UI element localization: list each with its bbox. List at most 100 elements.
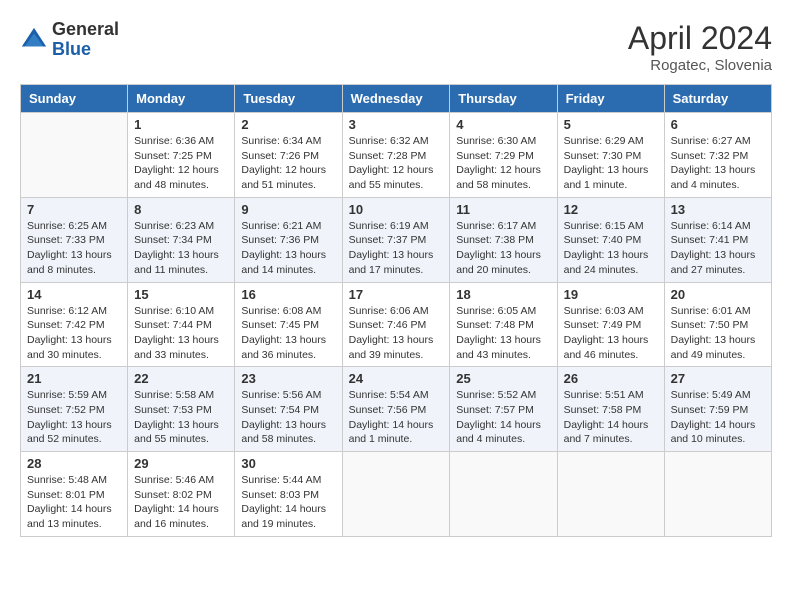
day-number: 12 — [564, 202, 658, 217]
month-title: April 2024 — [628, 20, 772, 57]
day-number: 13 — [671, 202, 765, 217]
calendar-cell: 23 Sunrise: 5:56 AM Sunset: 7:54 PM Dayli… — [235, 367, 342, 452]
day-number: 25 — [456, 371, 550, 386]
calendar-cell: 8 Sunrise: 6:23 AM Sunset: 7:34 PM Daylig… — [128, 197, 235, 282]
logo: General Blue — [20, 20, 119, 60]
day-info: Sunrise: 6:27 AM Sunset: 7:32 PM Dayligh… — [671, 134, 765, 193]
day-number: 21 — [27, 371, 121, 386]
calendar-week-row: 7 Sunrise: 6:25 AM Sunset: 7:33 PM Daylig… — [21, 197, 772, 282]
calendar-cell: 2Sunrise: 6:34 AM Sunset: 7:26 PM Daylig… — [235, 113, 342, 198]
calendar-cell: 13 Sunrise: 6:14 AM Sunset: 7:41 PM Dayli… — [664, 197, 771, 282]
calendar-cell: 7 Sunrise: 6:25 AM Sunset: 7:33 PM Daylig… — [21, 197, 128, 282]
calendar-cell — [450, 452, 557, 537]
calendar-cell — [557, 452, 664, 537]
calendar-cell: 27 Sunrise: 5:49 AM Sunset: 7:59 PM Dayli… — [664, 367, 771, 452]
weekday-header: Wednesday — [342, 85, 450, 113]
day-number: 17 — [349, 287, 444, 302]
title-block: April 2024 Rogatec, Slovenia — [628, 20, 772, 74]
weekday-header: Monday — [128, 85, 235, 113]
calendar-cell: 11 Sunrise: 6:17 AM Sunset: 7:38 PM Dayli… — [450, 197, 557, 282]
day-number: 10 — [349, 202, 444, 217]
calendar-cell: 10 Sunrise: 6:19 AM Sunset: 7:37 PM Dayli… — [342, 197, 450, 282]
day-info: Sunrise: 6:30 AM Sunset: 7:29 PM Dayligh… — [456, 134, 550, 193]
weekday-header: Tuesday — [235, 85, 342, 113]
day-number: 27 — [671, 371, 765, 386]
logo-icon — [20, 26, 48, 54]
day-number: 1 — [134, 117, 228, 132]
calendar-table: SundayMondayTuesdayWednesdayThursdayFrid… — [20, 84, 772, 537]
day-number: 16 — [241, 287, 335, 302]
day-info: Sunrise: 5:52 AM Sunset: 7:57 PM Dayligh… — [456, 388, 550, 447]
calendar-cell: 21 Sunrise: 5:59 AM Sunset: 7:52 PM Dayli… — [21, 367, 128, 452]
calendar-cell: 17Sunrise: 6:06 AM Sunset: 7:46 PM Dayli… — [342, 282, 450, 367]
day-info: Sunrise: 6:15 AM Sunset: 7:40 PM Dayligh… — [564, 219, 658, 278]
day-number: 22 — [134, 371, 228, 386]
day-info: Sunrise: 5:46 AM Sunset: 8:02 PM Dayligh… — [134, 473, 228, 532]
calendar-cell: 15Sunrise: 6:10 AM Sunset: 7:44 PM Dayli… — [128, 282, 235, 367]
day-number: 28 — [27, 456, 121, 471]
calendar-cell: 1Sunrise: 6:36 AM Sunset: 7:25 PM Daylig… — [128, 113, 235, 198]
day-info: Sunrise: 6:05 AM Sunset: 7:48 PM Dayligh… — [456, 304, 550, 363]
day-number: 19 — [564, 287, 658, 302]
day-number: 5 — [564, 117, 658, 132]
day-number: 8 — [134, 202, 228, 217]
day-number: 20 — [671, 287, 765, 302]
day-number: 7 — [27, 202, 121, 217]
calendar-cell: 12 Sunrise: 6:15 AM Sunset: 7:40 PM Dayli… — [557, 197, 664, 282]
day-info: Sunrise: 6:21 AM Sunset: 7:36 PM Dayligh… — [241, 219, 335, 278]
calendar-cell: 20 Sunrise: 6:01 AM Sunset: 7:50 PM Dayli… — [664, 282, 771, 367]
day-number: 18 — [456, 287, 550, 302]
day-info: Sunrise: 5:56 AM Sunset: 7:54 PM Dayligh… — [241, 388, 335, 447]
logo-text: General Blue — [52, 20, 119, 60]
calendar-cell: 22Sunrise: 5:58 AM Sunset: 7:53 PM Dayli… — [128, 367, 235, 452]
calendar-cell: 16 Sunrise: 6:08 AM Sunset: 7:45 PM Dayli… — [235, 282, 342, 367]
day-info: Sunrise: 6:25 AM Sunset: 7:33 PM Dayligh… — [27, 219, 121, 278]
calendar-cell: 9 Sunrise: 6:21 AM Sunset: 7:36 PM Daylig… — [235, 197, 342, 282]
calendar-cell: 25 Sunrise: 5:52 AM Sunset: 7:57 PM Dayli… — [450, 367, 557, 452]
day-info: Sunrise: 6:19 AM Sunset: 7:37 PM Dayligh… — [349, 219, 444, 278]
calendar-week-row: 28 Sunrise: 5:48 AM Sunset: 8:01 PM Dayli… — [21, 452, 772, 537]
calendar-cell: 29 Sunrise: 5:46 AM Sunset: 8:02 PM Dayli… — [128, 452, 235, 537]
day-number: 30 — [241, 456, 335, 471]
calendar-cell — [21, 113, 128, 198]
calendar-header-row: SundayMondayTuesdayWednesdayThursdayFrid… — [21, 85, 772, 113]
day-number: 14 — [27, 287, 121, 302]
calendar-cell — [342, 452, 450, 537]
day-info: Sunrise: 6:23 AM Sunset: 7:34 PM Dayligh… — [134, 219, 228, 278]
day-number: 6 — [671, 117, 765, 132]
day-info: Sunrise: 6:14 AM Sunset: 7:41 PM Dayligh… — [671, 219, 765, 278]
day-number: 23 — [241, 371, 335, 386]
day-info: Sunrise: 6:01 AM Sunset: 7:50 PM Dayligh… — [671, 304, 765, 363]
calendar-week-row: 14Sunrise: 6:12 AM Sunset: 7:42 PM Dayli… — [21, 282, 772, 367]
day-info: Sunrise: 5:49 AM Sunset: 7:59 PM Dayligh… — [671, 388, 765, 447]
calendar-cell: 28 Sunrise: 5:48 AM Sunset: 8:01 PM Dayli… — [21, 452, 128, 537]
weekday-header: Saturday — [664, 85, 771, 113]
day-info: Sunrise: 5:59 AM Sunset: 7:52 PM Dayligh… — [27, 388, 121, 447]
day-number: 11 — [456, 202, 550, 217]
calendar-cell: 18 Sunrise: 6:05 AM Sunset: 7:48 PM Dayli… — [450, 282, 557, 367]
day-number: 3 — [349, 117, 444, 132]
day-number: 9 — [241, 202, 335, 217]
day-info: Sunrise: 6:34 AM Sunset: 7:26 PM Dayligh… — [241, 134, 335, 193]
calendar-cell: 5 Sunrise: 6:29 AM Sunset: 7:30 PM Daylig… — [557, 113, 664, 198]
weekday-header: Thursday — [450, 85, 557, 113]
page-header: General Blue April 2024 Rogatec, Sloveni… — [20, 20, 772, 74]
day-info: Sunrise: 5:44 AM Sunset: 8:03 PM Dayligh… — [241, 473, 335, 532]
calendar-cell: 30 Sunrise: 5:44 AM Sunset: 8:03 PM Dayli… — [235, 452, 342, 537]
location: Rogatec, Slovenia — [628, 57, 772, 74]
day-number: 24 — [349, 371, 444, 386]
calendar-cell — [664, 452, 771, 537]
day-info: Sunrise: 6:17 AM Sunset: 7:38 PM Dayligh… — [456, 219, 550, 278]
day-info: Sunrise: 6:29 AM Sunset: 7:30 PM Dayligh… — [564, 134, 658, 193]
day-info: Sunrise: 6:03 AM Sunset: 7:49 PM Dayligh… — [564, 304, 658, 363]
weekday-header: Sunday — [21, 85, 128, 113]
day-number: 4 — [456, 117, 550, 132]
day-info: Sunrise: 5:48 AM Sunset: 8:01 PM Dayligh… — [27, 473, 121, 532]
weekday-header: Friday — [557, 85, 664, 113]
calendar-cell: 14Sunrise: 6:12 AM Sunset: 7:42 PM Dayli… — [21, 282, 128, 367]
day-info: Sunrise: 6:08 AM Sunset: 7:45 PM Dayligh… — [241, 304, 335, 363]
day-number: 26 — [564, 371, 658, 386]
day-number: 29 — [134, 456, 228, 471]
calendar-cell: 19 Sunrise: 6:03 AM Sunset: 7:49 PM Dayli… — [557, 282, 664, 367]
calendar-cell: 6 Sunrise: 6:27 AM Sunset: 7:32 PM Daylig… — [664, 113, 771, 198]
